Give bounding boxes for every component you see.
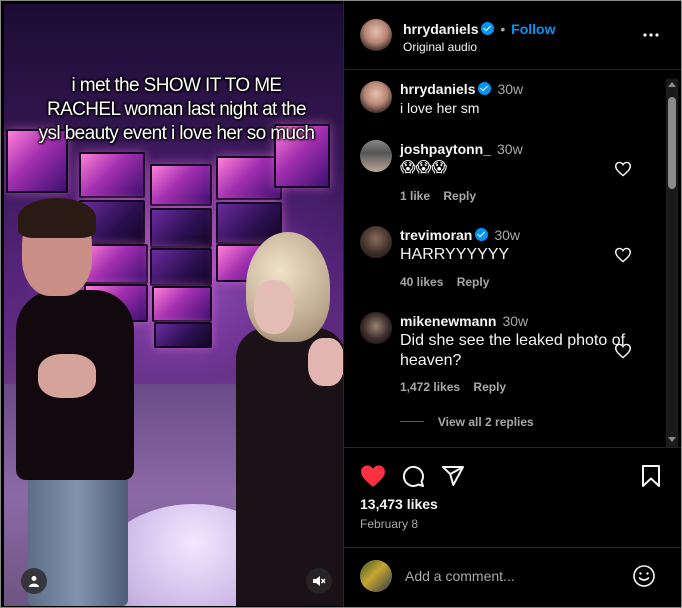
comment-likes[interactable]: 1 like <box>400 189 430 203</box>
comment-time: 30w <box>494 227 521 243</box>
person-left <box>16 198 166 606</box>
tagged-user-button[interactable] <box>21 568 47 594</box>
user-icon <box>29 576 39 587</box>
more-horizontal-icon <box>643 33 659 37</box>
comment-icon[interactable] <box>401 464 425 488</box>
comment-likes[interactable]: 40 likes <box>400 275 443 289</box>
scroll-down-icon[interactable] <box>668 435 676 443</box>
comment-time: 30w <box>497 141 523 157</box>
post-header: hrrydaniels • Follow Original audio <box>344 1 681 70</box>
comment-username[interactable]: joshpaytonn_ <box>400 141 491 157</box>
comment-time: 30w <box>502 313 529 329</box>
post-actions: 13,473 likes February 8 <box>344 447 681 548</box>
list-item: trevimoran 30w HARRYYYYYY 40 likes Reply <box>344 223 664 299</box>
comment-username[interactable]: mikenewmann <box>400 313 496 329</box>
caption-comment: hrrydaniels 30w i love her sm <box>344 69 664 129</box>
like-comment-icon[interactable] <box>614 247 632 263</box>
commenter-avatar[interactable] <box>360 81 392 113</box>
list-item: mikenewmann 30w Did she see the leaked ph… <box>344 309 664 429</box>
mute-button[interactable] <box>306 568 332 594</box>
scroll-up-icon[interactable] <box>668 81 676 89</box>
likes-count[interactable]: 13,473 likes <box>360 496 438 512</box>
comment-text: Did she see the leaked photo of heaven? <box>400 332 626 369</box>
verified-badge-icon <box>475 228 489 241</box>
comment-username[interactable]: trevimoran <box>400 227 472 243</box>
commenter-avatar[interactable] <box>360 226 392 258</box>
video-caption: i met the SHOW IT TO ME RACHEL woman las… <box>38 75 315 144</box>
reel-video[interactable]: i met the SHOW IT TO ME RACHEL woman las… <box>4 4 343 606</box>
reply-button[interactable]: Reply <box>443 189 476 203</box>
commenter-avatar[interactable] <box>360 312 392 344</box>
emoji-icon[interactable] <box>632 564 656 588</box>
original-audio-link[interactable]: Original audio <box>403 40 477 54</box>
comment-likes[interactable]: 1,472 likes <box>400 380 460 394</box>
current-user-avatar <box>360 560 392 592</box>
more-options-button[interactable] <box>642 26 660 47</box>
list-item: joshpaytonn_ 30w 😱😱😱 1 like Reply <box>344 137 664 213</box>
comment-time: 30w <box>497 81 524 97</box>
add-comment-bar: Add a comment... <box>344 547 681 607</box>
like-comment-icon[interactable] <box>614 343 632 359</box>
replies-divider <box>400 421 424 422</box>
bookmark-icon[interactable] <box>641 464 661 488</box>
tv-screen <box>150 164 212 206</box>
reply-button[interactable]: Reply <box>457 275 490 289</box>
scroll-thumb[interactable] <box>668 97 676 189</box>
post-dialog: i met the SHOW IT TO ME RACHEL woman las… <box>0 0 682 608</box>
verified-badge-icon <box>481 22 495 35</box>
separator-dot: • <box>500 21 506 37</box>
comment-text: 😱😱😱 <box>400 159 447 176</box>
comment-username[interactable]: hrrydaniels <box>400 81 475 97</box>
tv-screen <box>79 152 145 198</box>
comments-list[interactable]: hrrydaniels 30w i love her sm joshpaytonn… <box>344 69 681 447</box>
follow-button[interactable]: Follow <box>511 21 555 37</box>
verified-badge-icon <box>478 82 492 95</box>
post-side-panel: hrrydaniels • Follow Original audio hrry… <box>343 1 681 607</box>
share-icon[interactable] <box>441 464 465 488</box>
author-username[interactable]: hrrydaniels <box>403 21 478 37</box>
post-date: February 8 <box>360 517 419 531</box>
view-replies-button[interactable]: View all 2 replies <box>400 413 534 429</box>
tv-screen <box>216 156 282 200</box>
comment-text: HARRYYYYYY <box>400 246 510 263</box>
view-replies-label: View all 2 replies <box>437 415 534 429</box>
author-avatar[interactable] <box>360 19 392 51</box>
commenter-avatar[interactable] <box>360 140 392 172</box>
comment-input[interactable]: Add a comment... <box>405 568 515 584</box>
reply-button[interactable]: Reply <box>473 380 506 394</box>
comments-scrollbar[interactable] <box>666 79 678 447</box>
person-right <box>236 232 343 606</box>
muted-speaker-icon <box>313 576 326 586</box>
like-comment-icon[interactable] <box>614 161 632 177</box>
comment-text: i love her sm <box>400 100 480 116</box>
like-heart-icon[interactable] <box>360 464 386 488</box>
